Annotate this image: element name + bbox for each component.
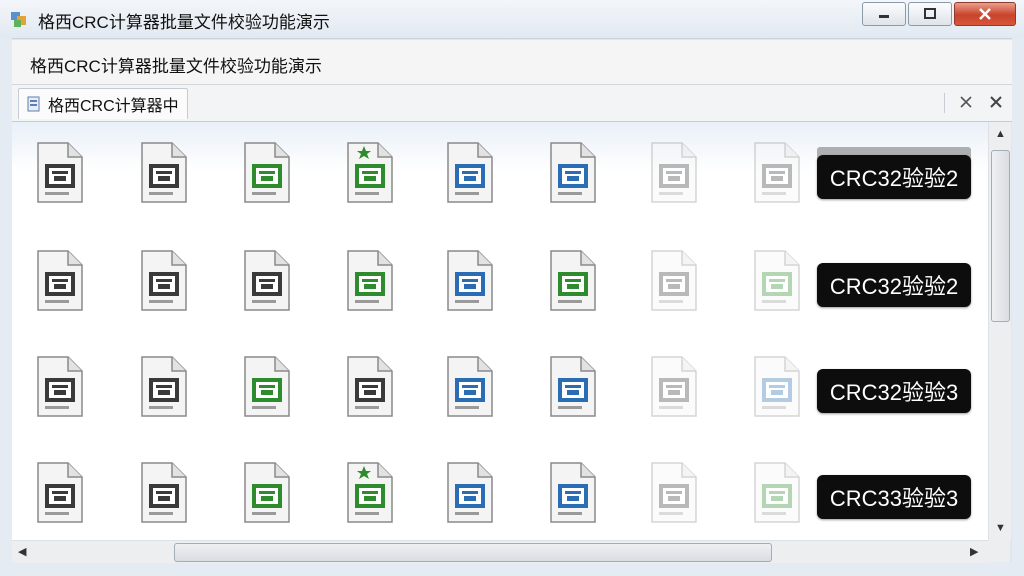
pin-button[interactable] [956,92,976,112]
file-icon[interactable] [32,460,88,526]
close-button[interactable] [954,2,1016,26]
file-icon[interactable] [646,354,702,420]
file-icon[interactable] [545,140,601,206]
file-grid: CRC32验验2 CRC32验验2 CRC32验验3 CRC33验验3 [12,122,988,540]
crc-result-label: CRC32验验3 [817,369,971,413]
file-icon[interactable] [239,140,295,206]
file-icon[interactable] [646,140,702,206]
file-icon[interactable] [136,460,192,526]
file-icon[interactable] [32,140,88,206]
close-icon [990,96,1002,108]
file-icon[interactable] [442,460,498,526]
file-icon[interactable] [239,460,295,526]
file-icon[interactable] [749,460,805,526]
header-title: 格西CRC计算器批量文件校验功能演示 [30,57,322,76]
file-icon[interactable] [342,248,398,314]
horizontal-scroll-thumb[interactable] [174,543,772,562]
file-icon[interactable] [442,354,498,420]
file-icon[interactable] [545,248,601,314]
file-icon[interactable] [136,140,192,206]
file-icon[interactable] [342,140,398,206]
vertical-scrollbar[interactable]: ▲ ▼ [988,122,1011,540]
scroll-right-icon[interactable]: ▶ [970,546,978,558]
file-icon[interactable] [646,460,702,526]
crc-result-label: CRC32验验2 [817,263,971,307]
scroll-left-icon[interactable]: ◀ [18,546,26,558]
file-icon[interactable] [136,248,192,314]
maximize-button[interactable] [908,2,952,26]
close-tab-button[interactable] [986,92,1006,112]
file-icon[interactable] [239,248,295,314]
scrollbar-corner [988,540,1010,562]
window-frame-bottom [0,562,1024,576]
file-icon[interactable] [749,354,805,420]
file-icon[interactable] [646,248,702,314]
document-icon [27,96,40,112]
pin-icon [960,96,972,108]
app-icon [10,9,30,29]
file-icon[interactable] [749,140,805,206]
title-bar: 格西CRC计算器批量文件校验功能演示 [0,0,1024,39]
file-icon[interactable] [32,248,88,314]
tab-label: 格西CRC计算器中 [48,98,179,115]
window-frame-right [1012,38,1024,576]
horizontal-scrollbar[interactable]: ◀ ▶ [12,540,988,563]
toolbar-divider [944,93,945,113]
file-icon[interactable] [239,354,295,420]
file-icon[interactable] [342,460,398,526]
scroll-up-icon[interactable]: ▲ [995,128,1006,140]
minimize-button[interactable] [862,2,906,26]
tab-crc-calculator[interactable]: 格西CRC计算器中 [18,88,188,119]
crc-result-label: CRC32验验2 [817,155,971,199]
tab-bar: 格西CRC计算器中 [12,85,1012,122]
file-icon[interactable] [442,248,498,314]
window-title: 格西CRC计算器批量文件校验功能演示 [38,13,330,32]
file-icon[interactable] [545,354,601,420]
file-icon[interactable] [442,140,498,206]
vertical-scroll-thumb[interactable] [991,150,1010,322]
minimize-icon [879,15,889,18]
file-icon[interactable] [342,354,398,420]
close-icon [979,8,991,20]
file-icon[interactable] [136,354,192,420]
crc-result-label: CRC33验验3 [817,475,971,519]
file-icon[interactable] [545,460,601,526]
header-bar: 格西CRC计算器批量文件校验功能演示 [12,40,1012,85]
maximize-icon [924,8,936,19]
file-icon[interactable] [32,354,88,420]
window-frame-left [0,38,12,576]
file-icon[interactable] [749,248,805,314]
scroll-down-icon[interactable]: ▼ [995,522,1006,534]
